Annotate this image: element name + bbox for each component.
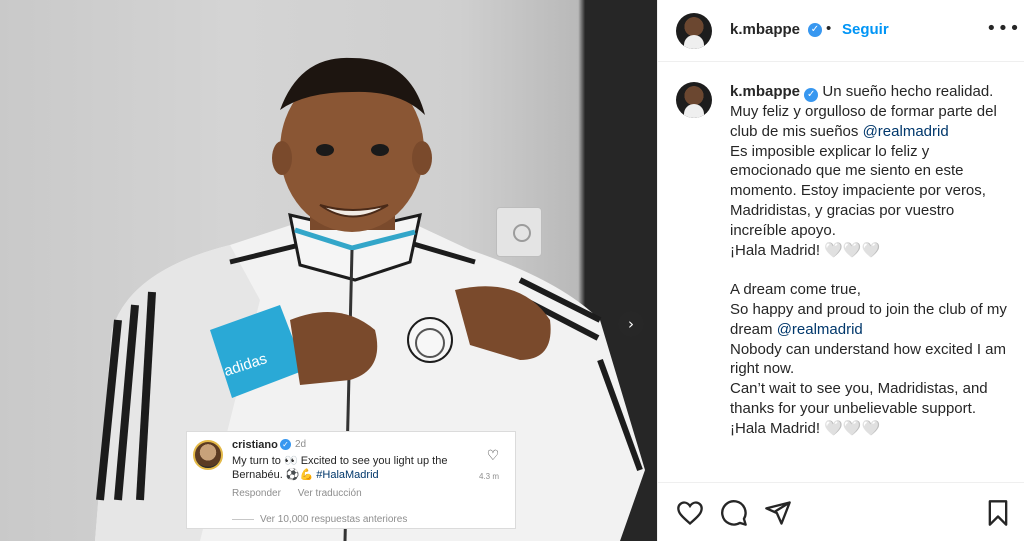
heart-icon[interactable]: ♡ (485, 448, 501, 464)
more-replies-link[interactable]: Ver 10,000 respuestas anteriores (232, 514, 407, 525)
separator-dot: • (826, 20, 832, 37)
verified-badge-icon: ✓ (280, 439, 291, 450)
heart-icon[interactable] (676, 499, 704, 527)
mention-link[interactable]: @realmadrid (777, 321, 863, 338)
next-arrow-icon[interactable]: › (618, 311, 644, 337)
commenter-avatar[interactable] (193, 440, 223, 470)
avatar[interactable] (676, 13, 712, 49)
translate-button[interactable]: Ver traducción (298, 488, 362, 499)
comment-likes: 4.3 m (479, 472, 500, 481)
mention-link[interactable]: @realmadrid (863, 123, 949, 140)
commenter-username[interactable]: cristiano (232, 439, 278, 451)
comment-icon[interactable] (720, 499, 748, 527)
header-username[interactable]: k.mbappe (730, 21, 800, 38)
follow-button[interactable]: Seguir (842, 21, 889, 38)
caption-line: Es imposible explicar lo feliz y emocion… (730, 142, 986, 239)
share-icon[interactable] (764, 499, 792, 527)
more-options-icon[interactable]: ••• (986, 18, 1021, 39)
post-sidebar: k.mbappe ✓ • Seguir ••• k.mbappe ✓ Un su… (657, 0, 1024, 541)
comment-hashtag[interactable]: #HalaMadrid (316, 469, 378, 481)
bookmark-icon[interactable] (984, 499, 1012, 527)
action-bar (658, 482, 1024, 541)
caption-line: Un sueño hecho realidad. (822, 83, 994, 100)
reply-button[interactable]: Responder (232, 488, 281, 499)
comment-card: cristiano ✓ 2d My turn to 👀 Excited to s… (186, 431, 516, 529)
caption-line: So happy and proud to join the club of m… (730, 300, 1007, 338)
caption: k.mbappe ✓ Un sueño hecho realidad. Muy … (658, 62, 1024, 482)
verified-badge-icon: ✓ (808, 23, 822, 37)
caption-text: k.mbappe ✓ Un sueño hecho realidad. Muy … (730, 82, 1015, 439)
caption-line: ¡Hala Madrid! 🤍🤍🤍 (730, 241, 881, 259)
comment-time: 2d (295, 439, 307, 450)
post-header: k.mbappe ✓ • Seguir ••• (658, 0, 1024, 62)
comment-text: My turn to 👀 Excited to see you light up… (232, 454, 472, 482)
post-photo: adidas › cristiano ✓ 2d My turn to 👀 Exc… (0, 0, 657, 541)
caption-username[interactable]: k.mbappe (730, 83, 800, 100)
verified-badge-icon: ✓ (804, 88, 819, 102)
avatar[interactable] (676, 82, 712, 118)
caption-line: A dream come true, (730, 281, 861, 299)
caption-line: ¡Hala Madrid! 🤍🤍🤍 (730, 419, 881, 437)
caption-line: Can’t wait to see you, Madridistas, and … (730, 380, 988, 417)
comment-actions: Responder Ver traducción (232, 488, 376, 499)
caption-line: Nobody can understand how excited I am r… (730, 340, 1006, 378)
